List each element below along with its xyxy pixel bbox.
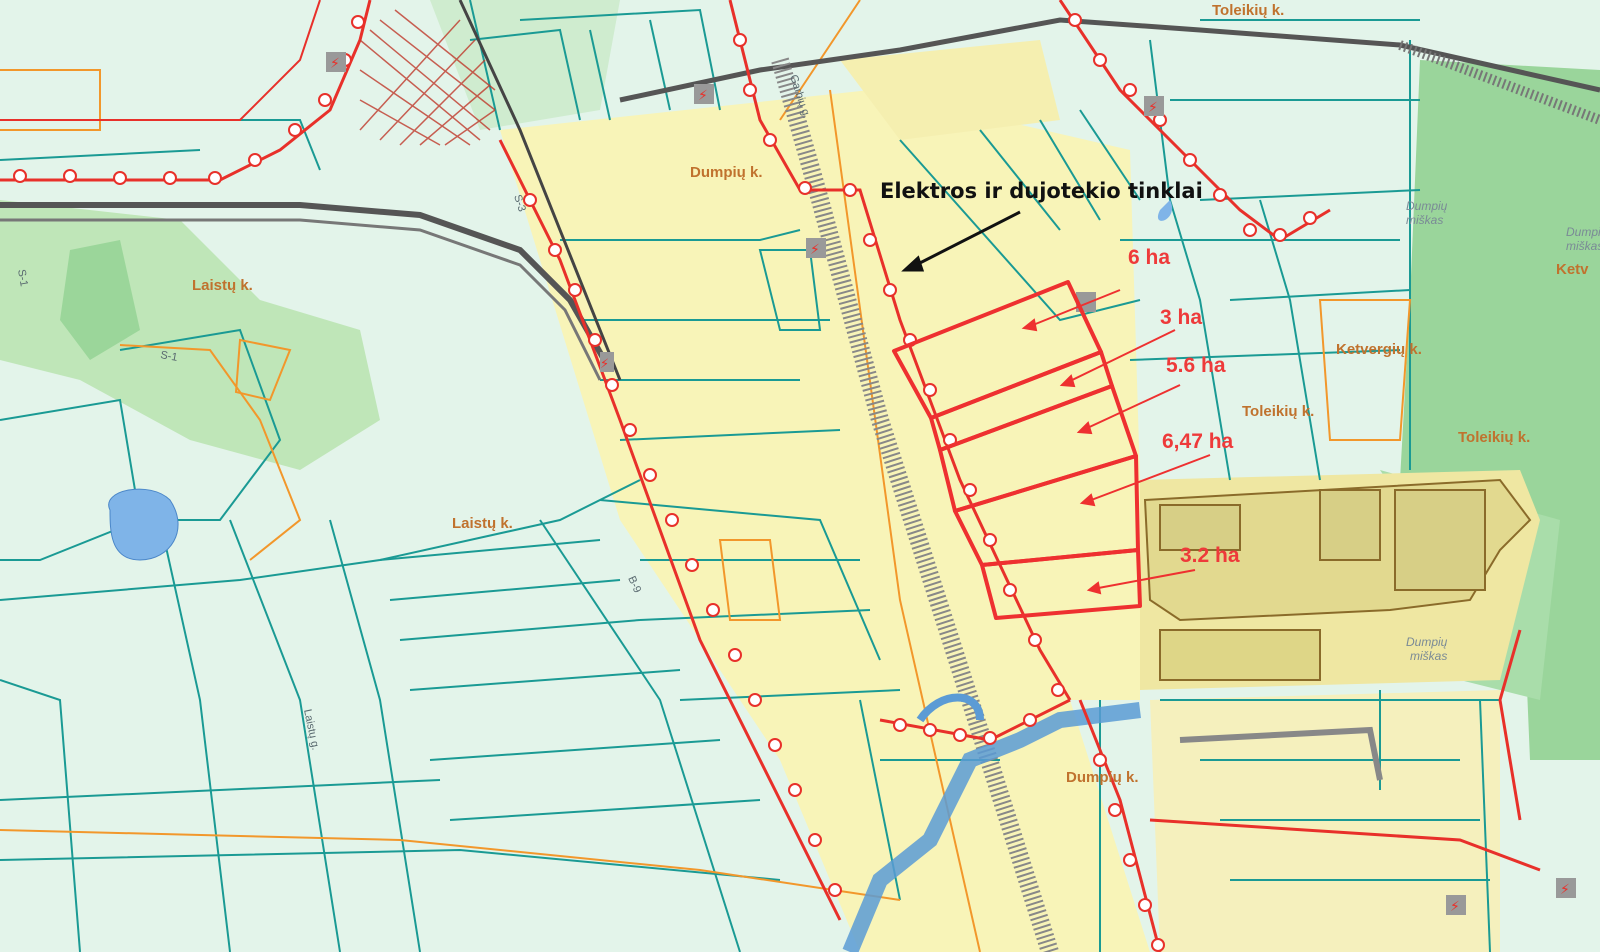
forest-label: miškas — [1406, 213, 1443, 227]
place-label-toleikiu-right: Toleikių k. — [1458, 429, 1530, 446]
forest-label: miškas — [1410, 649, 1447, 663]
forest-label: miškas — [1566, 239, 1600, 253]
place-label-laistu-lower: Laistų k. — [452, 515, 513, 532]
svg-text:⚡: ⚡ — [330, 56, 340, 72]
parcel-area-label-5: 3.2 ha — [1180, 544, 1240, 567]
svg-text:⚡: ⚡ — [1450, 899, 1460, 915]
place-label-ketv-edge: Ketv — [1556, 261, 1589, 278]
forest-label: Dumpi — [1566, 225, 1600, 239]
place-label-laistu-upper: Laistų k. — [192, 277, 253, 294]
place-label-dumpiu-upper: Dumpių k. — [690, 164, 763, 181]
place-label-toleikiu-mid: Toleikių k. — [1242, 403, 1314, 420]
place-label-dumpiu-lower: Dumpių k. — [1066, 769, 1139, 786]
parcel-area-label-1: 6 ha — [1128, 246, 1170, 269]
network-annotation: Elektros ir dujotekio tinklai — [880, 179, 1203, 203]
forest-label: Dumpių — [1406, 635, 1448, 649]
parcel-area-label-2: 3 ha — [1160, 306, 1202, 329]
forest-label: Dumpių — [1406, 199, 1448, 213]
parcel-area-label-4: 6,47 ha — [1162, 430, 1234, 453]
parcel-area-label-3: 5.6 ha — [1166, 354, 1226, 377]
svg-text:⚡: ⚡ — [1148, 100, 1158, 116]
place-label-toleikiu-top: Toleikių k. — [1212, 2, 1284, 19]
svg-text:⚡: ⚡ — [1560, 882, 1570, 898]
cadastral-map[interactable]: ⚡ ⚡ ⚡ ⚡ ⚡ ⚡ ⚡ Toleikių k. Dumpių k. Lais… — [0, 0, 1600, 952]
place-label-ketvergiu: Ketvergių k. — [1336, 341, 1422, 358]
svg-text:⚡: ⚡ — [600, 357, 609, 372]
svg-text:⚡: ⚡ — [698, 88, 708, 104]
svg-text:⚡: ⚡ — [810, 242, 820, 258]
